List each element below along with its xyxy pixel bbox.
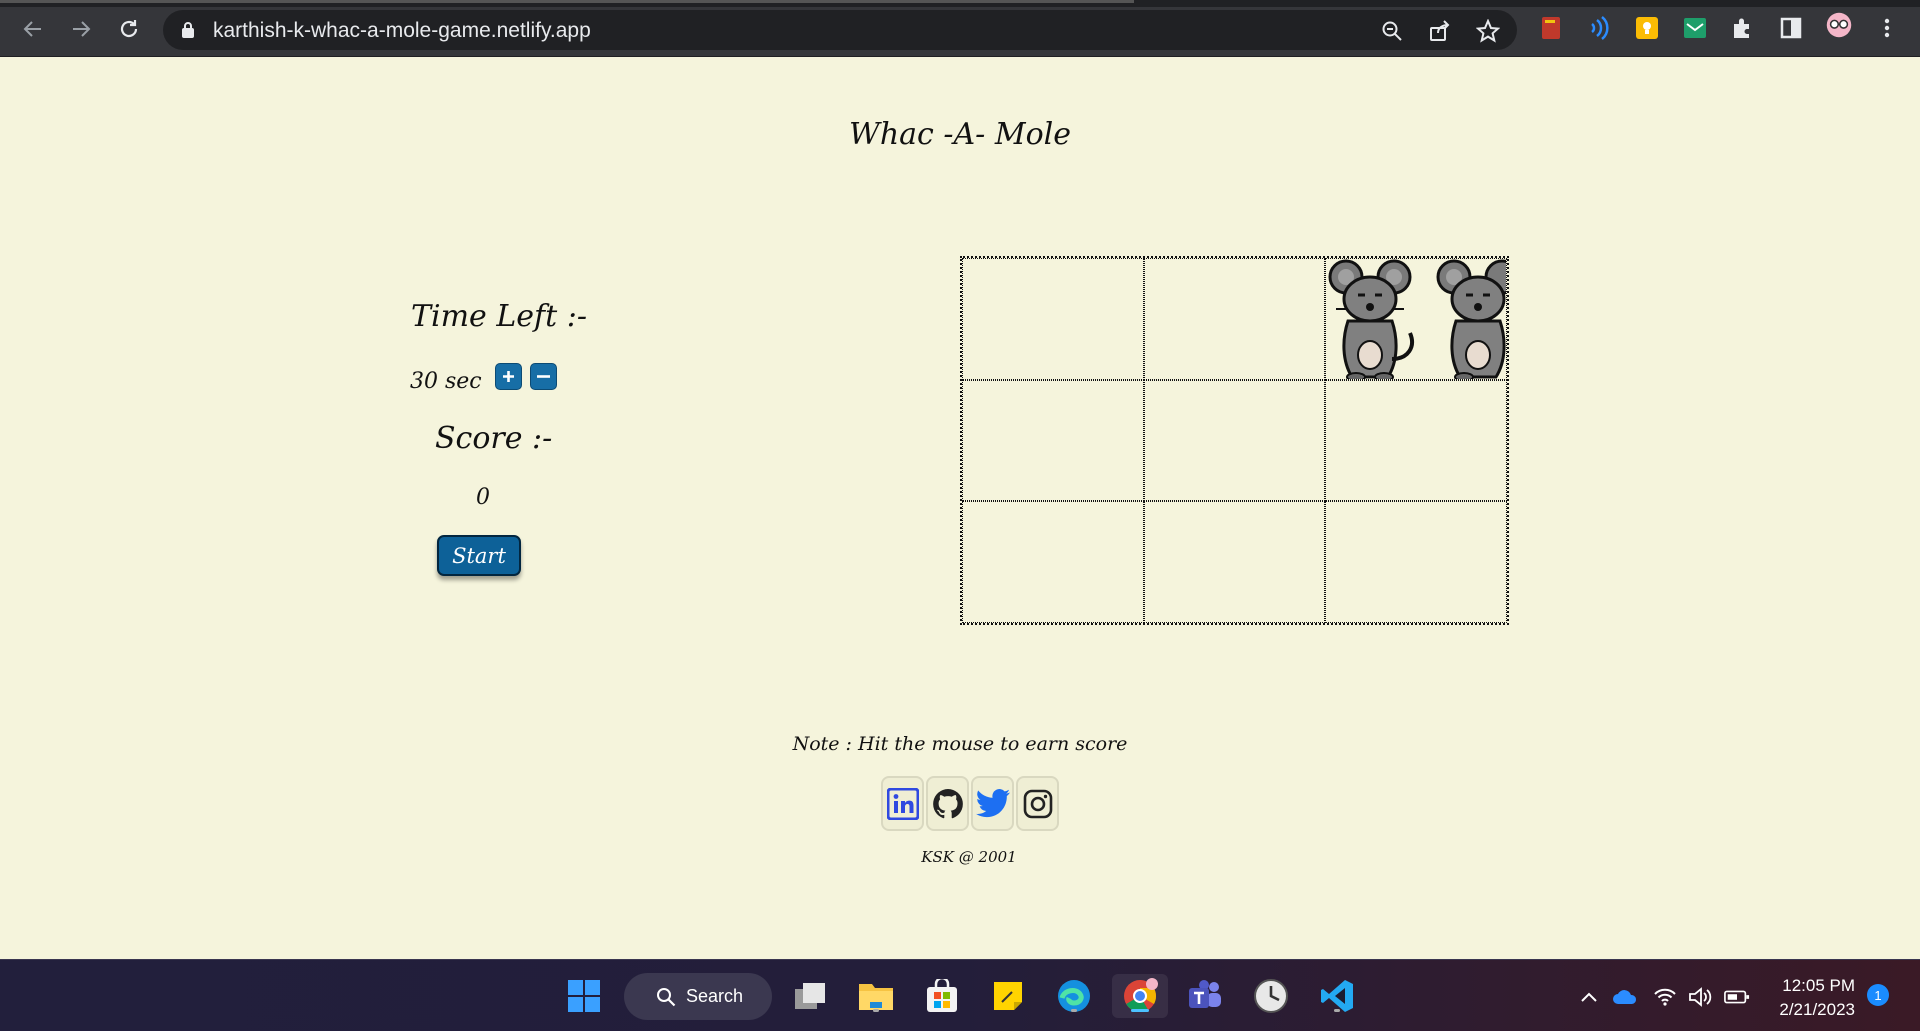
task-view-icon <box>795 983 825 1009</box>
copyright-text: KSK @ 2001 <box>921 848 1017 866</box>
twitter-icon <box>975 788 1010 817</box>
time-left-label: Time Left :- <box>411 299 587 334</box>
notification-badge[interactable]: 1 <box>1867 984 1889 1006</box>
zoom-icon[interactable] <box>1379 18 1405 44</box>
sticky-notes-icon <box>994 982 1022 1010</box>
tab-strip <box>0 0 1920 7</box>
forward-button[interactable] <box>64 12 98 46</box>
battery-icon[interactable] <box>1724 984 1750 1010</box>
vscode-button[interactable] <box>1315 974 1359 1018</box>
taskbar-clock[interactable]: 12:05 PM 2/21/2023 <box>1779 974 1855 1022</box>
linkedin-icon <box>886 787 919 820</box>
grid-cell[interactable] <box>962 501 1144 623</box>
game-note: Note : Hit the mouse to earn score <box>792 733 1128 755</box>
forward-arrow-icon <box>73 21 91 37</box>
clock-time: 12:05 PM <box>1782 976 1855 995</box>
extensions-puzzle-icon[interactable] <box>1730 15 1756 41</box>
time-left-value: 30 sec <box>410 369 482 394</box>
instagram-icon <box>1023 789 1052 818</box>
grid-cell[interactable] <box>1143 379 1326 502</box>
taskbar-search[interactable]: Search <box>624 973 772 1020</box>
show-hidden-icons-button[interactable] <box>1576 984 1602 1010</box>
store-icon <box>927 979 957 1012</box>
keep-notes-icon[interactable] <box>1634 15 1660 41</box>
clock-app-button[interactable] <box>1249 974 1293 1018</box>
windows-logo-icon <box>568 980 600 1012</box>
score-label: Score :- <box>435 421 553 456</box>
folder-icon <box>859 984 893 1010</box>
teams-icon <box>1189 980 1221 1008</box>
chrome-button[interactable] <box>1112 974 1168 1018</box>
address-bar[interactable]: karthish-k-whac-a-mole-game.netlify.app <box>163 10 1517 50</box>
task-view-button[interactable] <box>788 974 832 1018</box>
wifi-icon[interactable] <box>1652 984 1678 1010</box>
back-button[interactable] <box>16 12 50 46</box>
grid-cell[interactable] <box>1143 258 1326 380</box>
microsoft-store-button[interactable] <box>920 974 964 1018</box>
grid-cell[interactable] <box>1143 501 1326 623</box>
github-icon <box>932 788 963 818</box>
bookmark-star-icon[interactable] <box>1475 18 1501 44</box>
github-link[interactable] <box>926 776 969 831</box>
reload-button[interactable] <box>112 12 146 46</box>
start-menu-button[interactable] <box>562 974 606 1018</box>
increase-time-button[interactable] <box>495 363 522 390</box>
grid-cell-with-mouse[interactable] <box>1325 258 1507 380</box>
file-explorer-button[interactable] <box>854 974 898 1018</box>
search-icon <box>657 988 676 1007</box>
start-button[interactable]: Start <box>437 535 521 576</box>
side-panel-icon[interactable] <box>1778 15 1804 41</box>
score-value: 0 <box>476 485 490 510</box>
page-title: Whac -A- Mole <box>849 117 1071 152</box>
mole-grid <box>960 256 1509 625</box>
profile-avatar[interactable] <box>1826 12 1852 41</box>
grid-cell[interactable] <box>962 379 1144 502</box>
instagram-link[interactable] <box>1016 776 1059 831</box>
share-icon[interactable] <box>1427 18 1453 44</box>
social-links <box>881 776 1059 831</box>
browser-toolbar: karthish-k-whac-a-mole-game.netlify.app <box>0 0 1920 57</box>
browser-menu-icon[interactable] <box>1874 15 1900 41</box>
clock-date: 2/21/2023 <box>1779 1000 1855 1019</box>
grid-cell[interactable] <box>962 258 1144 380</box>
plus-icon <box>503 371 514 382</box>
url-text: karthish-k-whac-a-mole-game.netlify.app <box>213 19 591 42</box>
onedrive-icon[interactable] <box>1612 984 1638 1010</box>
edge-button[interactable] <box>1052 974 1096 1018</box>
chevron-up-icon <box>1581 992 1597 1002</box>
search-label: Search <box>686 986 744 1006</box>
windows-taskbar: Search 12:05 PM 2/21/2023 1 <box>0 959 1920 1031</box>
lock-icon <box>182 22 194 38</box>
twitter-link[interactable] <box>971 776 1014 831</box>
mouse-icon <box>1436 259 1507 379</box>
mouse-icon <box>1328 259 1415 379</box>
minus-icon <box>537 375 550 378</box>
game-page: Whac -A- Mole Time Left :- 30 sec Score … <box>0 57 1920 959</box>
mail-extension-icon[interactable] <box>1682 15 1708 41</box>
read-aloud-icon[interactable] <box>1586 15 1612 41</box>
teams-button[interactable] <box>1183 974 1227 1018</box>
extension-book-icon[interactable] <box>1538 15 1564 41</box>
decrease-time-button[interactable] <box>530 363 557 390</box>
reload-icon <box>120 20 138 38</box>
clock-icon <box>1254 979 1288 1013</box>
sticky-notes-button[interactable] <box>986 974 1030 1018</box>
volume-icon[interactable] <box>1688 984 1714 1010</box>
grid-cell[interactable] <box>1325 501 1507 623</box>
grid-cell[interactable] <box>1325 379 1507 502</box>
linkedin-link[interactable] <box>881 776 924 831</box>
back-arrow-icon <box>23 21 41 37</box>
